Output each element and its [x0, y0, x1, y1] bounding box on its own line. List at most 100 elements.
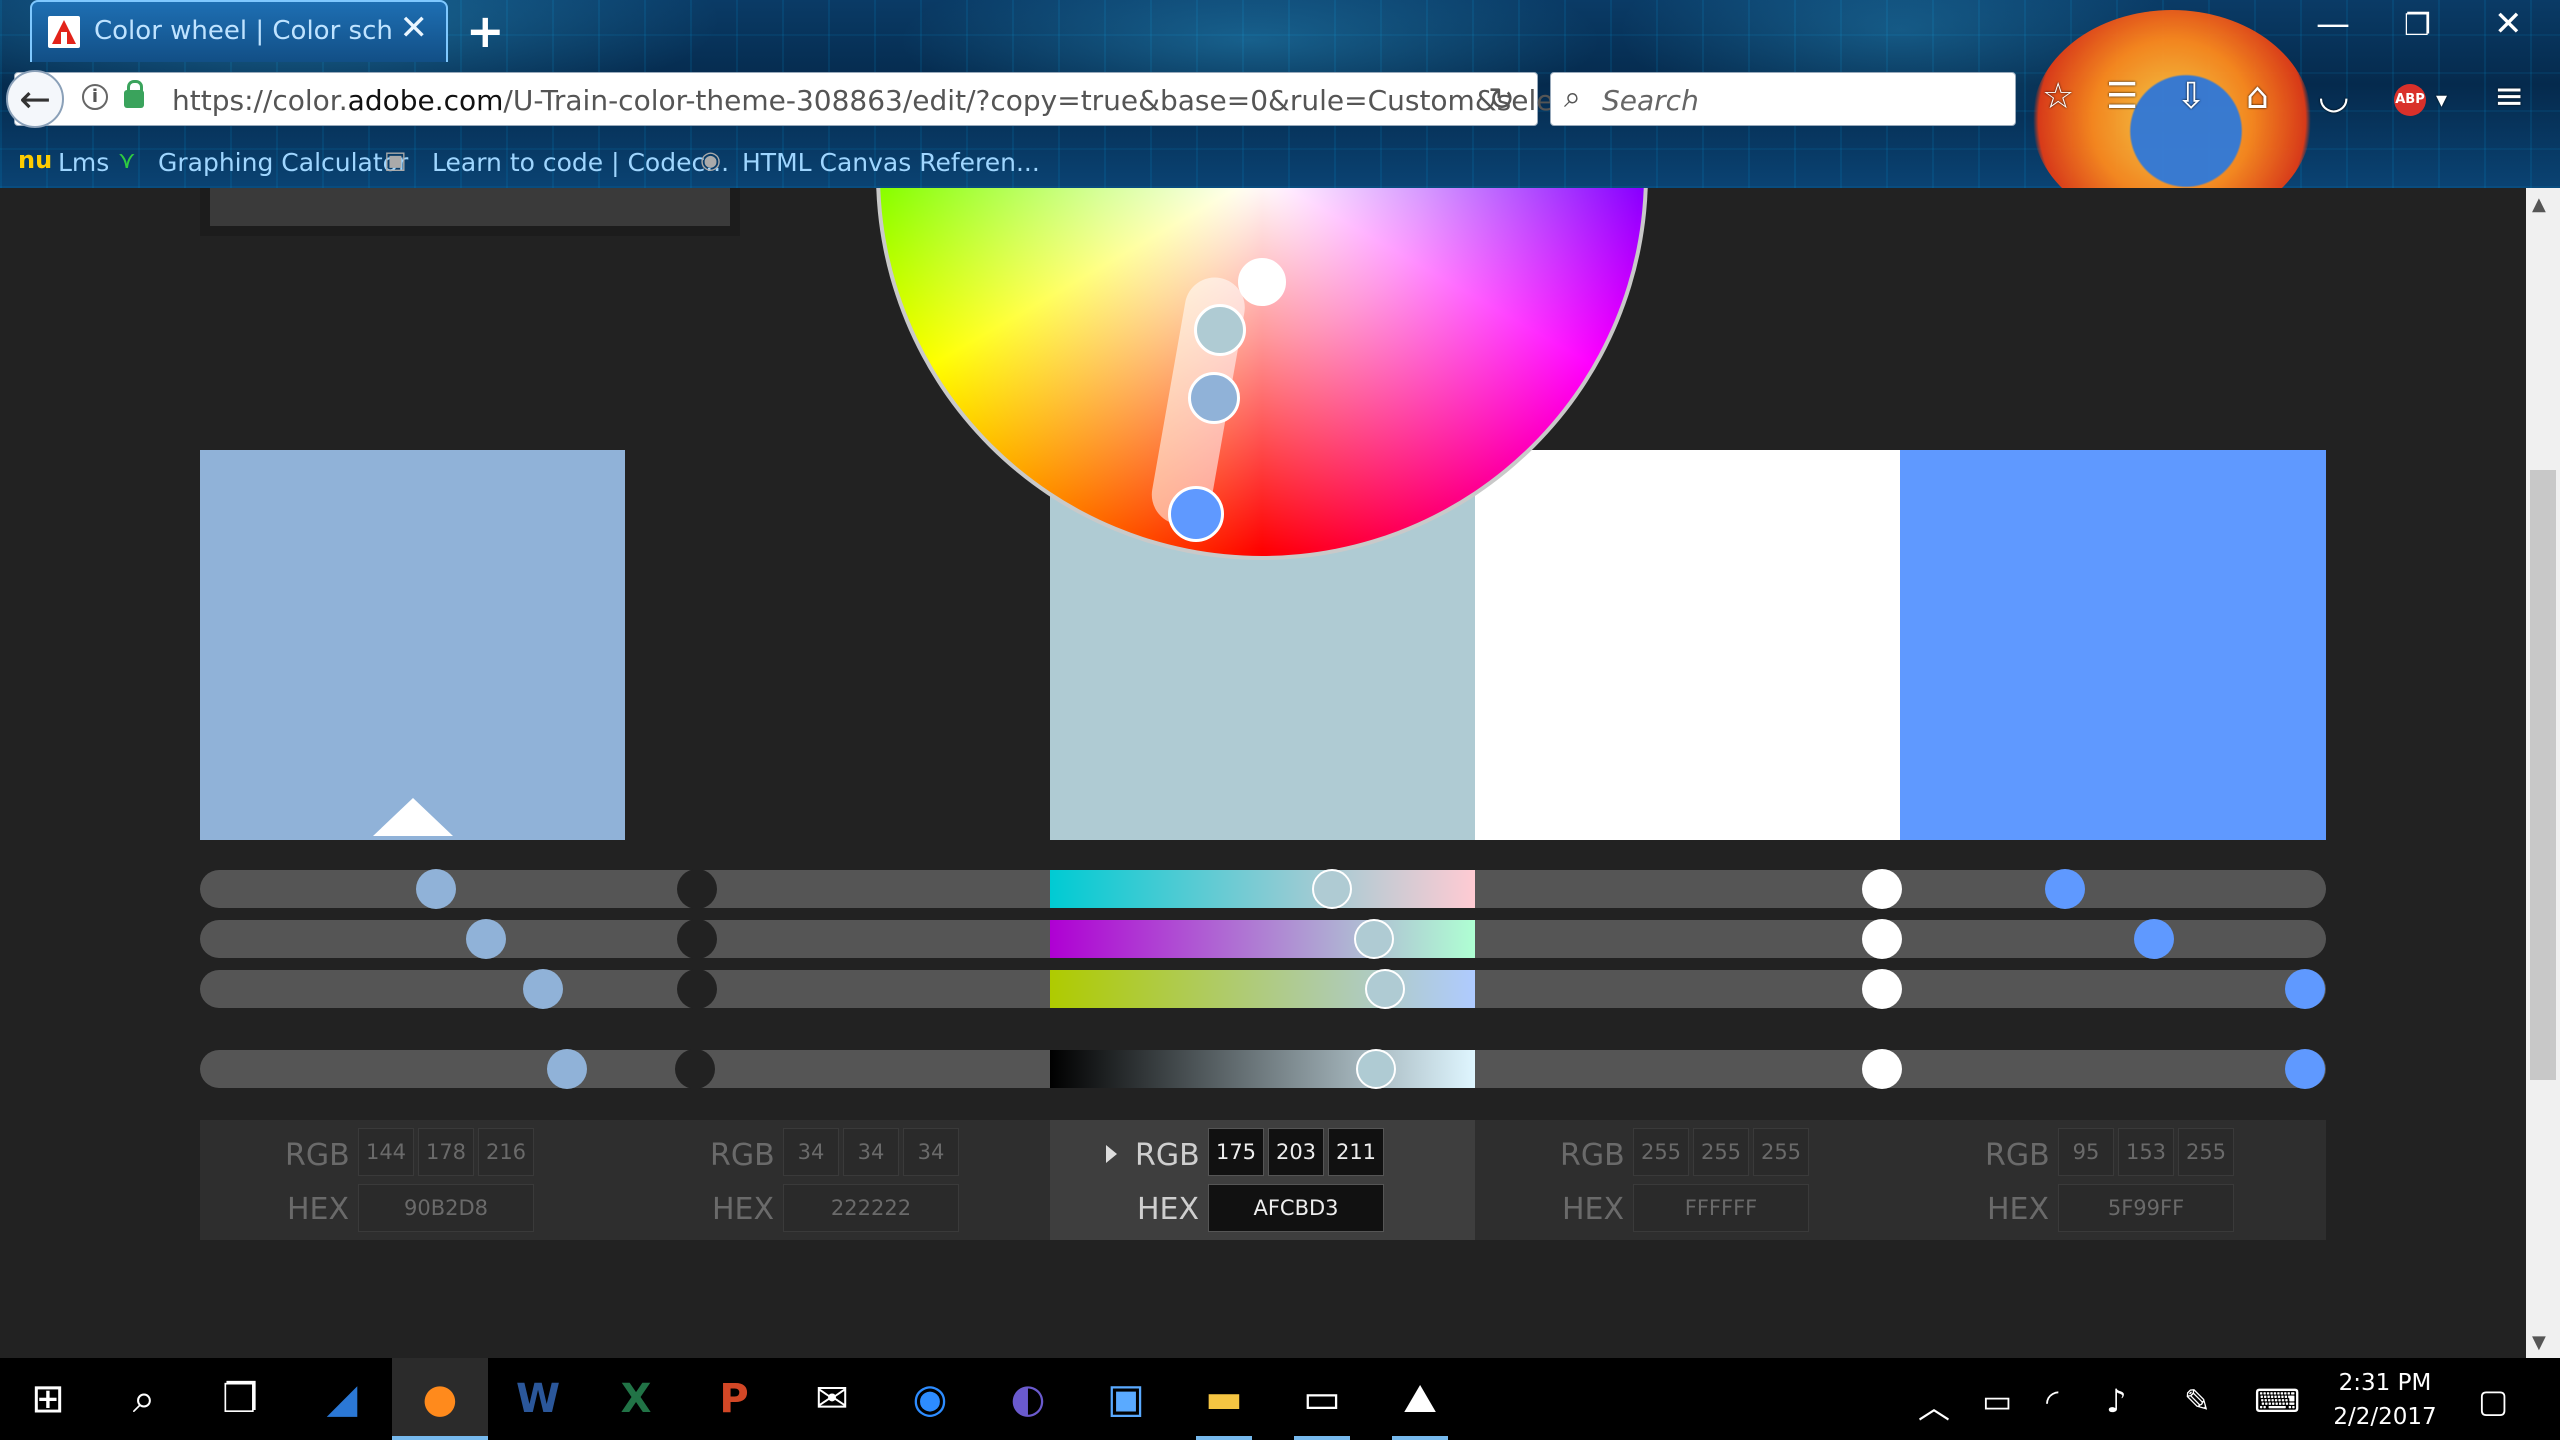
wheel-handle-blue[interactable] [1168, 486, 1224, 542]
color-swatch-5[interactable] [1900, 450, 2326, 840]
windows-start-icon[interactable]: ⊞ [0, 1358, 96, 1440]
slider-knob[interactable] [1356, 1049, 1396, 1089]
mail-icon[interactable]: ✉ [784, 1358, 880, 1440]
bookmark-codecademy[interactable]: Learn to code | Codec... [432, 148, 729, 177]
new-tab-button[interactable]: + [466, 4, 505, 58]
file-explorer-icon[interactable]: ▬ [1176, 1358, 1272, 1440]
slider-knob[interactable] [677, 969, 717, 1009]
slider-knob[interactable] [2285, 969, 2325, 1009]
slider-knob[interactable] [1862, 919, 1902, 959]
rgb-b-field[interactable]: 211 [1328, 1128, 1384, 1176]
slider-gradient-green[interactable] [1050, 920, 1475, 958]
rgb-g-field[interactable]: 153 [2118, 1128, 2174, 1176]
bookmark-lms[interactable]: Lms [58, 148, 109, 177]
taskbar-clock[interactable]: 2:31 PM 2/2/2017 [2330, 1366, 2440, 1434]
slider-gradient-brightness[interactable] [1050, 1050, 1475, 1088]
rgb-g-field[interactable]: 178 [418, 1128, 474, 1176]
slider-knob[interactable] [547, 1049, 587, 1089]
bookmark-star-icon[interactable]: ☆ [2042, 76, 2074, 117]
browser-tab-active[interactable]: Color wheel | Color schem... ✕ [30, 0, 448, 62]
hex-field[interactable]: AFCBD3 [1208, 1184, 1384, 1232]
photos-icon[interactable]: ⛰ [1372, 1358, 1468, 1440]
rgb-b-field[interactable]: 255 [2178, 1128, 2234, 1176]
slider-knob[interactable] [1365, 969, 1405, 1009]
adblock-plus-icon[interactable]: ABP [2394, 84, 2426, 116]
slider-gradient-blue[interactable] [1050, 970, 1475, 1008]
color-swatch-2[interactable] [625, 450, 1050, 840]
slider-knob[interactable] [416, 869, 456, 909]
slider-knob[interactable] [2285, 1049, 2325, 1089]
app-window-icon[interactable]: ▣ [1078, 1358, 1174, 1440]
home-icon[interactable]: ⌂ [2246, 76, 2269, 117]
hex-field[interactable]: FFFFFF [1633, 1184, 1809, 1232]
wheel-handle-light[interactable] [1194, 304, 1246, 356]
keyboard-icon[interactable]: ⌨ [2254, 1382, 2300, 1420]
chevron-up-icon[interactable]: ︿ [1918, 1382, 1950, 1428]
color-swatch-4[interactable] [1475, 450, 1900, 840]
download-icon[interactable]: ⇩ [2176, 76, 2206, 117]
rgb-g-field[interactable]: 255 [1693, 1128, 1749, 1176]
scroll-down-icon[interactable]: ▼ [2532, 1332, 2546, 1353]
wheel-handle-white[interactable] [1238, 258, 1286, 306]
rgb-b-field[interactable]: 216 [478, 1128, 534, 1176]
search-input[interactable]: Search [1602, 84, 1699, 117]
slider-knob[interactable] [1312, 869, 1352, 909]
rgb-g-field[interactable]: 34 [843, 1128, 899, 1176]
scroll-up-icon[interactable]: ▲ [2532, 194, 2546, 215]
slider-knob[interactable] [675, 1049, 715, 1089]
slider-knob[interactable] [1862, 969, 1902, 1009]
color-swatch-1[interactable] [200, 450, 625, 840]
rgb-r-field[interactable]: 95 [2058, 1128, 2114, 1176]
theme-name-field[interactable] [210, 188, 730, 226]
excel-icon[interactable]: X [588, 1358, 684, 1440]
rgb-r-field[interactable]: 34 [783, 1128, 839, 1176]
slider-knob[interactable] [1354, 919, 1394, 959]
rgb-r-field[interactable]: 144 [358, 1128, 414, 1176]
hex-field[interactable]: 90B2D8 [358, 1184, 534, 1232]
close-window-icon[interactable]: ✕ [2494, 4, 2523, 44]
battery-icon[interactable]: ▭ [1982, 1382, 2012, 1420]
bookmark-graphing-calculator[interactable]: Graphing Calculator [158, 148, 408, 177]
slider-knob[interactable] [1862, 869, 1902, 909]
slider-knob[interactable] [523, 969, 563, 1009]
back-button[interactable]: ← [6, 70, 64, 128]
shark-app-icon[interactable]: ◢ [294, 1358, 390, 1440]
powerpoint-icon[interactable]: P [686, 1358, 782, 1440]
task-view-icon[interactable]: ❐ [192, 1358, 288, 1440]
search-icon[interactable]: ⌕ [96, 1358, 192, 1440]
url-text[interactable]: https://color.adobe.com/U-Train-color-th… [172, 84, 1580, 117]
rgb-r-field[interactable]: 175 [1208, 1128, 1264, 1176]
slider-gradient-red[interactable] [1050, 870, 1475, 908]
slider-knob[interactable] [2045, 869, 2085, 909]
zoom-icon[interactable]: ◉ [882, 1358, 978, 1440]
slider-knob[interactable] [2134, 919, 2174, 959]
slider-knob[interactable] [677, 919, 717, 959]
restore-icon[interactable]: ❐ [2404, 8, 2431, 43]
chevron-down-icon[interactable]: ▾ [2436, 88, 2447, 113]
pen-icon[interactable]: ✎ [2184, 1382, 2211, 1420]
rgb-r-field[interactable]: 255 [1633, 1128, 1689, 1176]
menu-icon[interactable]: ≡ [2494, 76, 2524, 117]
slider-knob[interactable] [1862, 1049, 1902, 1089]
tab-close-icon[interactable]: ✕ [400, 8, 429, 48]
minimize-icon[interactable]: — [2316, 4, 2350, 44]
hex-field[interactable]: 222222 [783, 1184, 959, 1232]
wheel-handle-base[interactable] [1188, 372, 1240, 424]
info-icon[interactable]: i [82, 84, 108, 110]
eclipse-icon[interactable]: ◐ [980, 1358, 1076, 1440]
reading-list-icon[interactable]: ☰ [2106, 76, 2138, 117]
slider-knob[interactable] [466, 919, 506, 959]
terminal-icon[interactable]: ▭ [1274, 1358, 1370, 1440]
reload-icon[interactable]: ↻ [1488, 80, 1515, 118]
firefox-icon[interactable]: ● [392, 1358, 488, 1440]
scrollbar-thumb[interactable] [2530, 470, 2556, 1080]
wifi-icon[interactable]: ◜ [2046, 1382, 2058, 1420]
notifications-icon[interactable]: ▢ [2478, 1382, 2508, 1420]
word-icon[interactable]: W [490, 1358, 586, 1440]
rgb-g-field[interactable]: 203 [1268, 1128, 1324, 1176]
expand-triangle-icon[interactable] [1106, 1145, 1117, 1163]
rgb-b-field[interactable]: 255 [1753, 1128, 1809, 1176]
pocket-icon[interactable]: ◡ [2318, 76, 2349, 117]
bookmark-canvas-reference[interactable]: HTML Canvas Referen... [742, 148, 1040, 177]
volume-icon[interactable]: ♪ [2106, 1382, 2126, 1420]
